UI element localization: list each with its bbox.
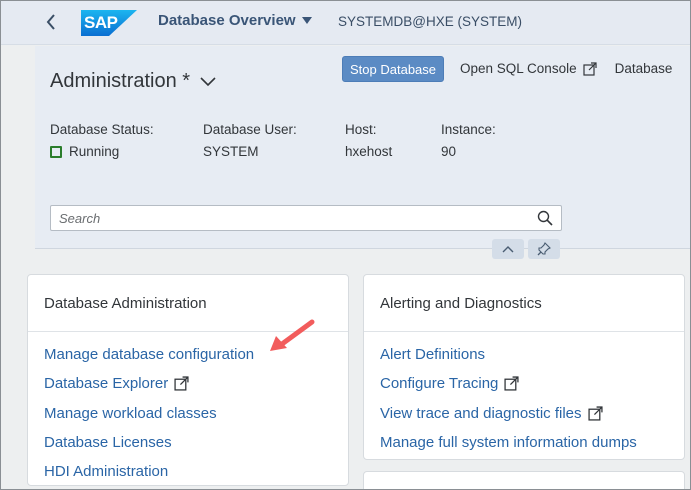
link-label: View trace and diagnostic files [380, 404, 582, 422]
link-alert-definitions[interactable]: Alert Definitions [380, 340, 637, 369]
external-link-icon [504, 376, 519, 392]
card-title: Database Administration [44, 295, 207, 312]
card-link-list: Alert Definitions Configure Tracing View… [380, 340, 637, 457]
chevron-up-icon [502, 246, 514, 253]
link-label: Manage full system information dumps [380, 434, 637, 452]
attr-label: Database Status: [50, 122, 154, 137]
sap-logo: SAP [81, 10, 137, 36]
card-title: Alerting and Diagnostics [380, 295, 542, 312]
search-icon[interactable] [537, 210, 553, 226]
attr-label: Instance: [441, 122, 496, 137]
attr-database-user: Database User: SYSTEM [203, 122, 297, 159]
search-field [50, 205, 562, 231]
attr-instance: Instance: 90 [441, 122, 496, 159]
link-label: Manage database configuration [44, 346, 255, 364]
card-partial [363, 471, 685, 490]
link-manage-workload-classes[interactable]: Manage workload classes [44, 399, 254, 428]
triangle-down-icon [301, 16, 312, 24]
sap-logo-text: SAP [84, 13, 118, 32]
attr-label: Database User: [203, 122, 297, 137]
pin-header-button[interactable] [528, 239, 560, 259]
attr-database-status: Database Status: Running [50, 122, 154, 159]
link-manage-system-dumps[interactable]: Manage full system information dumps [380, 428, 637, 457]
link-label: Database Licenses [44, 434, 172, 452]
attr-value: Running [50, 144, 154, 159]
card-database-administration: Database Administration Manage database … [27, 274, 349, 486]
card-alerting-diagnostics: Alerting and Diagnostics Alert Definitio… [363, 274, 685, 460]
card-divider [364, 331, 684, 332]
link-database-licenses[interactable]: Database Licenses [44, 428, 254, 457]
system-label: SYSTEMDB@HXE (SYSTEM) [338, 14, 522, 29]
link-manage-database-configuration[interactable]: Manage database configuration [44, 340, 254, 369]
shell-bar: SAP Database Overview SYSTEMDB@HXE (SYST… [0, 0, 691, 45]
link-view-trace-files[interactable]: View trace and diagnostic files [380, 399, 637, 428]
attr-value: SYSTEM [203, 144, 259, 159]
external-link-icon [582, 62, 597, 76]
header-actions: Stop Database Open SQL Console Database [342, 56, 672, 82]
external-link-icon [587, 406, 603, 421]
external-link-icon [174, 376, 189, 392]
link-label: Configure Tracing [380, 375, 499, 393]
database-menu-label: Database [614, 61, 673, 76]
stop-database-button[interactable]: Stop Database [342, 56, 445, 82]
attr-value: 90 [441, 144, 457, 159]
card-link-list: Manage database configuration Database E… [44, 340, 254, 486]
back-button[interactable] [36, 7, 66, 37]
link-configure-tracing[interactable]: Configure Tracing [380, 369, 637, 398]
chevron-left-icon [46, 14, 55, 30]
link-label: Alert Definitions [380, 346, 486, 364]
link-label: Database Explorer [44, 375, 169, 393]
link-database-explorer[interactable]: Database Explorer [44, 369, 254, 398]
pin-icon [537, 242, 551, 256]
open-sql-console-button[interactable]: Open SQL Console [460, 56, 597, 82]
link-label: HDI Administration [44, 463, 169, 481]
attr-value: hxehost [345, 144, 393, 159]
collapse-header-button[interactable] [492, 239, 524, 259]
app-title: Database Overview [158, 12, 296, 29]
search-input[interactable] [59, 209, 519, 227]
link-hdi-administration[interactable]: HDI Administration [44, 457, 254, 486]
status-square-icon [50, 145, 62, 158]
status-value: Running [69, 144, 120, 159]
link-label: Manage workload classes [44, 404, 217, 422]
app-title-menu[interactable]: Database Overview [158, 12, 312, 29]
attr-host: Host: hxehost [345, 122, 392, 159]
annotation-arrow-icon [270, 319, 315, 351]
attr-label: Host: [345, 122, 377, 137]
page-title: Administration * [50, 70, 191, 92]
chevron-down-icon [200, 76, 216, 86]
page-title-menu[interactable]: Administration * [50, 70, 216, 93]
database-menu-button[interactable]: Database [615, 56, 673, 82]
open-sql-console-label: Open SQL Console [460, 61, 577, 76]
